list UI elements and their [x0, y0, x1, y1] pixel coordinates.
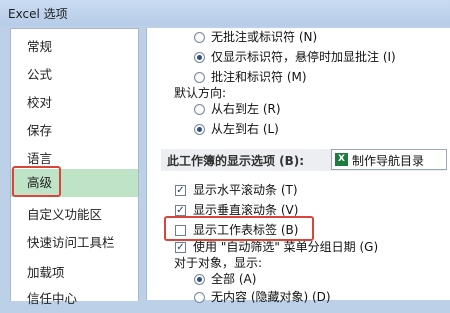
label-objects-all: 全部 (A): [211, 272, 257, 286]
checkbox-vertical-scrollbar[interactable]: ✓: [175, 205, 186, 216]
options-panel: 无批注或标识符 (N) 仅显示标识符，悬停时加显批注 (I) 批注和标识符 (M…: [146, 28, 450, 304]
radio-right-to-left[interactable]: [194, 104, 205, 115]
workbook-select-value: 制作导航目录: [352, 154, 425, 168]
sidebar-item-customize-ribbon[interactable]: 自定义功能区: [11, 201, 138, 229]
workbook-display-label: 此工作簿的显示选项 (B):: [167, 154, 305, 168]
sidebar-item-general[interactable]: 常规: [11, 33, 138, 61]
sidebar-item-proofing[interactable]: 校对: [11, 89, 138, 117]
checkbox-group-dates[interactable]: ✓: [175, 242, 186, 253]
label-indicators-only: 仅显示标识符，悬停时加显批注 (I): [211, 50, 396, 64]
radio-left-to-right[interactable]: [194, 124, 205, 135]
workbook-select[interactable]: X 制作导航目录: [331, 149, 447, 170]
label-horizontal-scrollbar: 显示水平滚动条 (T): [193, 183, 298, 197]
sidebar-item-trust-center[interactable]: 信任中心: [11, 285, 138, 313]
label-no-comments: 无批注或标识符 (N): [211, 30, 318, 44]
advanced-highlight-box: [12, 166, 61, 197]
radio-objects-all[interactable]: [194, 274, 205, 285]
radio-comments-and-indicators[interactable]: [194, 72, 205, 83]
sidebar-item-save[interactable]: 保存: [11, 117, 138, 145]
sidebar-item-addins[interactable]: 加载项: [11, 259, 138, 287]
sidebar-item-formulas[interactable]: 公式: [11, 61, 138, 89]
radio-objects-nothing[interactable]: [194, 292, 205, 303]
label-left-to-right: 从左到右 (L): [211, 122, 279, 136]
sheet-tabs-highlight-box: [164, 216, 314, 241]
radio-no-comments[interactable]: [194, 32, 205, 43]
label-objects-nothing: 无内容 (隐藏对象) (D): [211, 290, 331, 304]
sidebar-item-quick-access[interactable]: 快速访问工具栏: [11, 229, 138, 257]
radio-indicators-only[interactable]: [194, 52, 205, 63]
label-right-to-left: 从右到左 (R): [211, 102, 281, 116]
checkbox-horizontal-scrollbar[interactable]: ✓: [175, 185, 186, 196]
window-title: Excel 选项: [8, 7, 68, 21]
excel-icon: X: [335, 153, 348, 166]
title-bar: Excel 选项: [0, 0, 450, 26]
category-sidebar: 常规 公式 校对 保存 语言 高级 自定义功能区 快速访问工具栏 加载项 信任中…: [10, 28, 139, 306]
